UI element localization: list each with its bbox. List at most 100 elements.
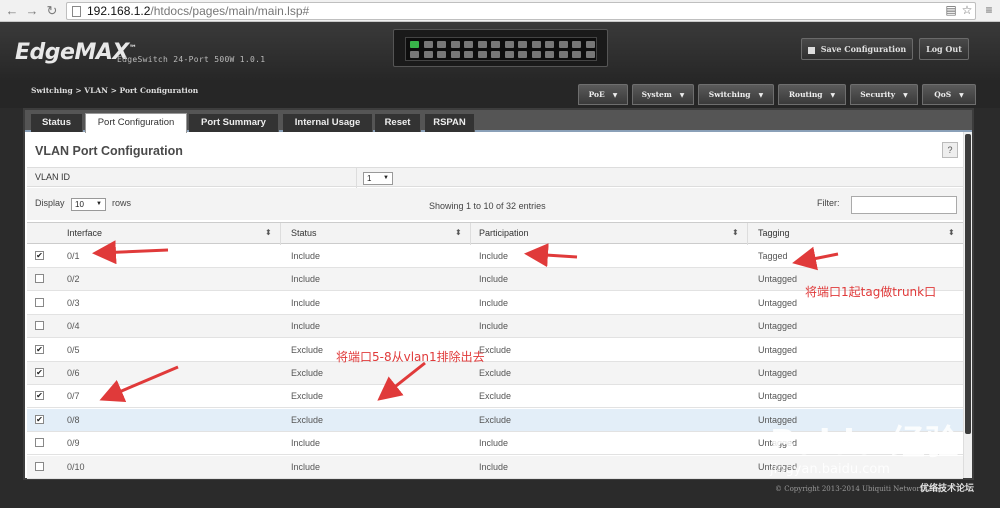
save-icon: [807, 46, 815, 54]
header-status[interactable]: Status: [291, 228, 317, 238]
switch-port[interactable]: [545, 51, 554, 58]
row-checkbox[interactable]: [35, 274, 44, 284]
switch-port[interactable]: [410, 51, 419, 58]
cell-participation: Include: [479, 297, 509, 308]
tab-internal-usage[interactable]: Internal Usage: [283, 114, 373, 132]
row-checkbox[interactable]: ✔: [35, 344, 44, 354]
table-row[interactable]: 0/4 Include Include Untagged: [27, 315, 963, 339]
row-checkbox[interactable]: ✔: [35, 251, 44, 260]
switch-port[interactable]: [423, 41, 433, 48]
switch-port[interactable]: [531, 51, 541, 58]
switch-port[interactable]: [518, 51, 527, 58]
switch-port[interactable]: [450, 41, 460, 48]
scrollbar-thumb[interactable]: [965, 134, 971, 434]
row-checkbox[interactable]: ✔: [35, 391, 44, 401]
menu-routing[interactable]: Routing ▼: [778, 84, 846, 105]
cell-participation: Exclude: [479, 414, 512, 425]
switch-port[interactable]: [504, 51, 514, 58]
switch-port[interactable]: [491, 41, 500, 48]
help-button[interactable]: ?: [942, 142, 958, 158]
vlan-id-select[interactable]: 1 ▼: [363, 172, 393, 185]
switch-port[interactable]: [410, 41, 419, 48]
logout-button[interactable]: Log Out: [919, 38, 969, 60]
row-checkbox[interactable]: [35, 461, 44, 471]
switch-port[interactable]: [477, 51, 487, 58]
reload-icon[interactable]: ↻: [44, 3, 60, 19]
cell-interface: 0/2: [67, 274, 80, 285]
switch-port[interactable]: [585, 41, 595, 48]
page-title: VLAN Port Configuration: [35, 144, 183, 158]
save-configuration-button[interactable]: Save Configuration: [801, 38, 913, 60]
tab-port-summary[interactable]: Port Summary: [189, 114, 279, 132]
switch-port[interactable]: [464, 51, 473, 58]
reader-icon[interactable]: ▤: [944, 3, 958, 17]
bookmark-star-icon[interactable]: ☆: [960, 3, 974, 17]
back-icon[interactable]: ←: [4, 3, 20, 19]
tab-port-configuration[interactable]: Port Configuration: [85, 113, 187, 133]
switch-port[interactable]: [504, 41, 514, 48]
table-row[interactable]: ✔ 0/7 Exclude Exclude Untagged: [27, 385, 963, 409]
switch-port[interactable]: [585, 51, 595, 58]
divider: [356, 168, 357, 188]
row-checkbox[interactable]: [35, 297, 44, 307]
switch-port[interactable]: [572, 51, 581, 58]
tab-reset[interactable]: Reset: [375, 114, 421, 132]
menu-qos[interactable]: QoS ▼: [922, 84, 976, 105]
sort-icon[interactable]: ⬍: [948, 228, 955, 237]
breadcrumb: Switching > VLAN > Port Configuration: [31, 86, 199, 95]
header-tagging[interactable]: Tagging: [758, 228, 790, 238]
switch-port[interactable]: [572, 41, 581, 48]
header-participation[interactable]: Participation: [479, 228, 529, 238]
menu-switching[interactable]: Switching ▼: [698, 84, 774, 105]
switch-port[interactable]: [477, 41, 487, 48]
vlan-id-label: VLAN ID: [35, 172, 71, 182]
menu-system[interactable]: System ▼: [632, 84, 694, 105]
table-row[interactable]: ✔ 0/5 Exclude Exclude Untagged: [27, 338, 963, 362]
baidu-watermark: Baidu 经验: [770, 423, 959, 463]
cell-status: Include: [291, 438, 321, 449]
divider: [280, 223, 281, 245]
forward-icon[interactable]: →: [24, 3, 40, 19]
filter-input[interactable]: [851, 196, 957, 214]
switch-port[interactable]: [558, 51, 568, 58]
menu-security[interactable]: Security ▼: [850, 84, 918, 105]
switch-port[interactable]: [491, 51, 500, 58]
switch-port[interactable]: [437, 51, 446, 58]
filter-label: Filter:: [817, 198, 840, 208]
switch-port[interactable]: [531, 41, 541, 48]
table-header: Interface ⬍ Status ⬍ Participation ⬍ Tag…: [27, 222, 963, 245]
rows-label: rows: [112, 198, 132, 208]
rows-per-page-select[interactable]: 10 ▼: [71, 198, 106, 211]
row-checkbox[interactable]: [35, 321, 44, 331]
cell-participation: Include: [479, 461, 509, 472]
row-checkbox[interactable]: ✔: [35, 368, 44, 377]
table-row[interactable]: ✔ 0/6 Exclude Exclude Untagged: [27, 362, 963, 385]
row-checkbox[interactable]: [35, 438, 44, 448]
switch-port[interactable]: [558, 41, 568, 48]
divider: [470, 223, 471, 245]
switch-port[interactable]: [437, 41, 446, 48]
chevron-down-icon: ▼: [903, 92, 908, 99]
switch-port[interactable]: [464, 41, 473, 48]
switch-front-panel: [393, 29, 608, 67]
cell-interface: 0/10: [67, 461, 85, 472]
tab-status[interactable]: Status: [31, 114, 83, 132]
menu-poe[interactable]: PoE ▼: [578, 84, 628, 105]
row-checkbox[interactable]: ✔: [35, 414, 44, 424]
switch-port[interactable]: [545, 41, 554, 48]
cell-status: Include: [291, 274, 321, 285]
sort-icon[interactable]: ⬍: [265, 228, 272, 237]
table-row[interactable]: ✔ 0/1 Include Include Tagged: [27, 245, 963, 268]
chevron-down-icon: ▼: [830, 92, 836, 99]
menu-icon[interactable]: ≡: [982, 3, 996, 17]
address-bar[interactable]: 192.168.1.2/htdocs/pages/main/main.lsp#: [66, 2, 976, 20]
cell-status: Exclude: [291, 414, 324, 425]
tab-rspan[interactable]: RSPAN: [425, 114, 475, 132]
switch-port[interactable]: [518, 41, 527, 48]
switch-port[interactable]: [423, 51, 433, 58]
sort-icon[interactable]: ⬍: [455, 228, 462, 237]
header-interface[interactable]: Interface: [67, 228, 102, 238]
switch-port[interactable]: [450, 51, 460, 58]
vertical-scrollbar[interactable]: [963, 132, 972, 478]
sort-icon[interactable]: ⬍: [732, 228, 739, 237]
